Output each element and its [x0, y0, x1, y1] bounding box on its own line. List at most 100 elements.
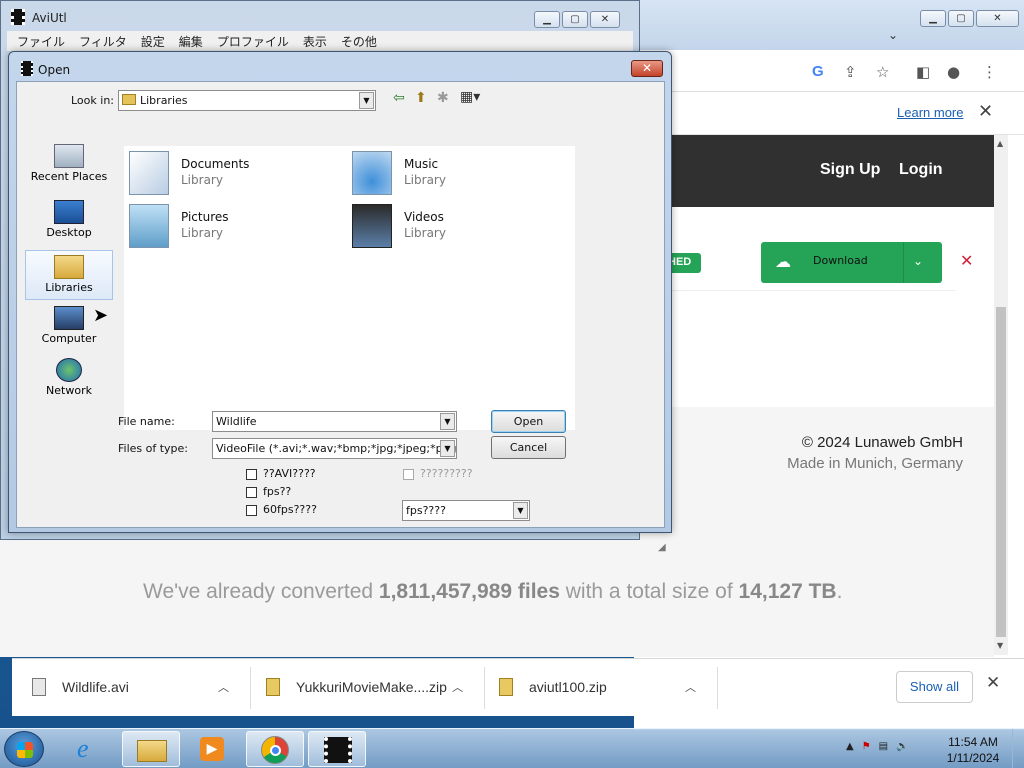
fps-select[interactable]: fps???? ▼	[402, 500, 530, 521]
close-button[interactable]: ✕	[976, 10, 1019, 27]
file-type-select[interactable]: VideoFile (*.avi;*.wav;*bmp;*jpg;*jpeg;*…	[212, 438, 457, 459]
aviutl-titlebar[interactable]: AviUtl ▁ ▢ ✕	[1, 1, 639, 31]
minimize-button[interactable]: ▁	[534, 11, 560, 28]
back-arrow-icon[interactable]: ⇦	[393, 90, 405, 106]
menu-settings[interactable]: 設定	[139, 31, 171, 51]
remove-file-icon[interactable]: ✕	[960, 251, 973, 270]
resize-grip-icon[interactable]: ◢	[658, 542, 666, 553]
scroll-down-arrow-icon[interactable]: ▼	[997, 641, 1003, 650]
maximize-button[interactable]: ▢	[948, 10, 974, 27]
file-name-input[interactable]: Wildlife ▼	[212, 411, 457, 432]
menu-kebab-icon[interactable]: ⋮	[982, 63, 997, 81]
file-list-pane[interactable]: Documents Library Music Library Pictures…	[124, 146, 575, 430]
option-checkbox-2[interactable]	[246, 487, 257, 498]
download-item[interactable]: aviutl100.zip ︿	[479, 667, 718, 709]
item-type: Library	[404, 173, 446, 187]
profile-avatar-icon[interactable]: ●	[947, 63, 960, 81]
download-file-name: YukkuriMovieMake....zip	[296, 679, 447, 695]
place-desktop[interactable]: Desktop	[25, 196, 113, 246]
option-checkbox-1[interactable]	[246, 469, 257, 480]
learn-more-link[interactable]: Learn more	[897, 105, 963, 120]
aviutl-menubar: ファイル フィルタ 設定 編集 プロファイル 表示 その他	[7, 31, 633, 51]
taskbar-internet-explorer[interactable]: e	[62, 731, 120, 767]
open-button[interactable]: Open	[491, 410, 566, 433]
maximize-button[interactable]: ▢	[562, 11, 588, 28]
close-icon[interactable]: ✕	[986, 673, 1000, 693]
network-icon[interactable]: ▤	[879, 741, 888, 752]
media-player-icon: ▶	[200, 737, 224, 761]
videos-library-icon	[352, 204, 392, 248]
show-all-button[interactable]: Show all	[896, 671, 973, 703]
menu-edit[interactable]: 編集	[177, 31, 209, 51]
look-in-combo[interactable]: Libraries ▼	[118, 90, 376, 111]
minimize-button[interactable]: ▁	[920, 10, 946, 27]
chevron-down-icon[interactable]: ▼	[440, 440, 455, 457]
menu-profile[interactable]: プロファイル	[215, 31, 295, 51]
action-center-icon[interactable]: ⚑	[862, 741, 871, 752]
library-pictures[interactable]: Pictures Library	[129, 204, 329, 248]
download-button[interactable]: ☁ Download ⌄	[761, 242, 942, 283]
option-label-3: 60fps????	[263, 503, 317, 516]
show-desktop-button[interactable]	[1012, 729, 1024, 768]
scroll-up-arrow-icon[interactable]: ▲	[997, 139, 1003, 148]
up-folder-icon[interactable]: ⬆	[415, 90, 427, 106]
chevron-up-icon[interactable]: ︿	[685, 679, 696, 695]
signup-link[interactable]: Sign Up	[820, 161, 880, 179]
infobar-close-icon[interactable]: ✕	[978, 101, 993, 122]
volume-muted-icon[interactable]: 🔈	[896, 741, 908, 752]
library-documents[interactable]: Documents Library	[129, 151, 329, 195]
place-recent-places[interactable]: Recent Places	[25, 140, 113, 190]
new-folder-icon[interactable]: ✱	[437, 90, 449, 106]
view-menu-icon[interactable]: ▦▾	[460, 89, 480, 105]
file-type-label: Files of type:	[118, 442, 189, 455]
close-button[interactable]: ✕	[590, 11, 620, 28]
converted-middle: with a total size of	[559, 580, 739, 603]
option-checkbox-3[interactable]	[246, 505, 257, 516]
share-icon[interactable]: ⇪	[844, 63, 857, 81]
start-button[interactable]	[4, 731, 44, 767]
item-name: Documents	[181, 157, 250, 171]
chevron-down-icon[interactable]: ▼	[359, 92, 374, 109]
conversion-card: HED ☁ Download ⌄ ✕	[664, 237, 973, 291]
google-lens-icon[interactable]: G	[812, 63, 824, 80]
chrome-toolbar: G ⇪ ☆ ◧ ● ⋮	[634, 50, 1024, 92]
place-label: Desktop	[46, 226, 92, 239]
menu-view[interactable]: 表示	[301, 31, 333, 51]
system-clock[interactable]: 11:54 AM 1/11/2024	[940, 734, 1006, 766]
cancel-button[interactable]: Cancel	[491, 436, 566, 459]
page-scrollbar[interactable]: ▲ ▼	[994, 135, 1008, 655]
place-libraries[interactable]: Libraries	[25, 250, 113, 300]
taskbar-windows-explorer[interactable]	[122, 731, 180, 767]
film-strip-icon	[21, 61, 33, 76]
scrollbar-thumb[interactable]	[996, 307, 1006, 637]
menu-other[interactable]: その他	[339, 31, 383, 51]
download-item[interactable]: Wildlife.avi ︿	[12, 667, 251, 709]
taskbar-google-chrome[interactable]	[246, 731, 304, 767]
option-label-1: ??AVI????	[263, 467, 316, 480]
taskbar-aviutl[interactable]	[308, 731, 366, 767]
item-name: Videos	[404, 210, 444, 224]
chevron-up-icon[interactable]: ︿	[452, 679, 463, 695]
library-music[interactable]: Music Library	[352, 151, 552, 195]
place-network[interactable]: Network	[25, 354, 113, 404]
clock-time: 11:54 AM	[948, 735, 998, 749]
chevron-down-icon[interactable]: ▼	[513, 502, 528, 519]
dialog-close-button[interactable]: ✕	[631, 60, 663, 77]
side-panel-icon[interactable]: ◧	[916, 63, 930, 81]
library-videos[interactable]: Videos Library	[352, 204, 552, 248]
login-link[interactable]: Login	[899, 161, 943, 179]
pictures-library-icon	[129, 204, 169, 248]
bookmark-star-icon[interactable]: ☆	[876, 63, 889, 81]
converted-files: 1,811,457,989 files	[378, 580, 560, 603]
menu-file[interactable]: ファイル	[15, 31, 71, 51]
taskbar-media-player[interactable]: ▶	[184, 731, 242, 767]
chevron-up-icon[interactable]: ︿	[218, 679, 229, 695]
chrome-window: ▁ ▢ ✕ ⌄ G ⇪ ☆ ◧ ● ⋮ Learn more ✕ Sign Up…	[634, 0, 1024, 730]
download-item[interactable]: YukkuriMovieMake....zip ︿	[246, 667, 485, 709]
aviutl-window-buttons: ▁ ▢ ✕	[534, 11, 620, 28]
chevron-down-icon[interactable]: ⌄	[913, 254, 923, 268]
show-hidden-icons-icon[interactable]: ▲	[846, 741, 854, 752]
tab-search-chevron-icon[interactable]: ⌄	[888, 28, 898, 42]
menu-filter[interactable]: フィルタ	[77, 31, 133, 51]
chevron-down-icon[interactable]: ▼	[440, 413, 455, 430]
